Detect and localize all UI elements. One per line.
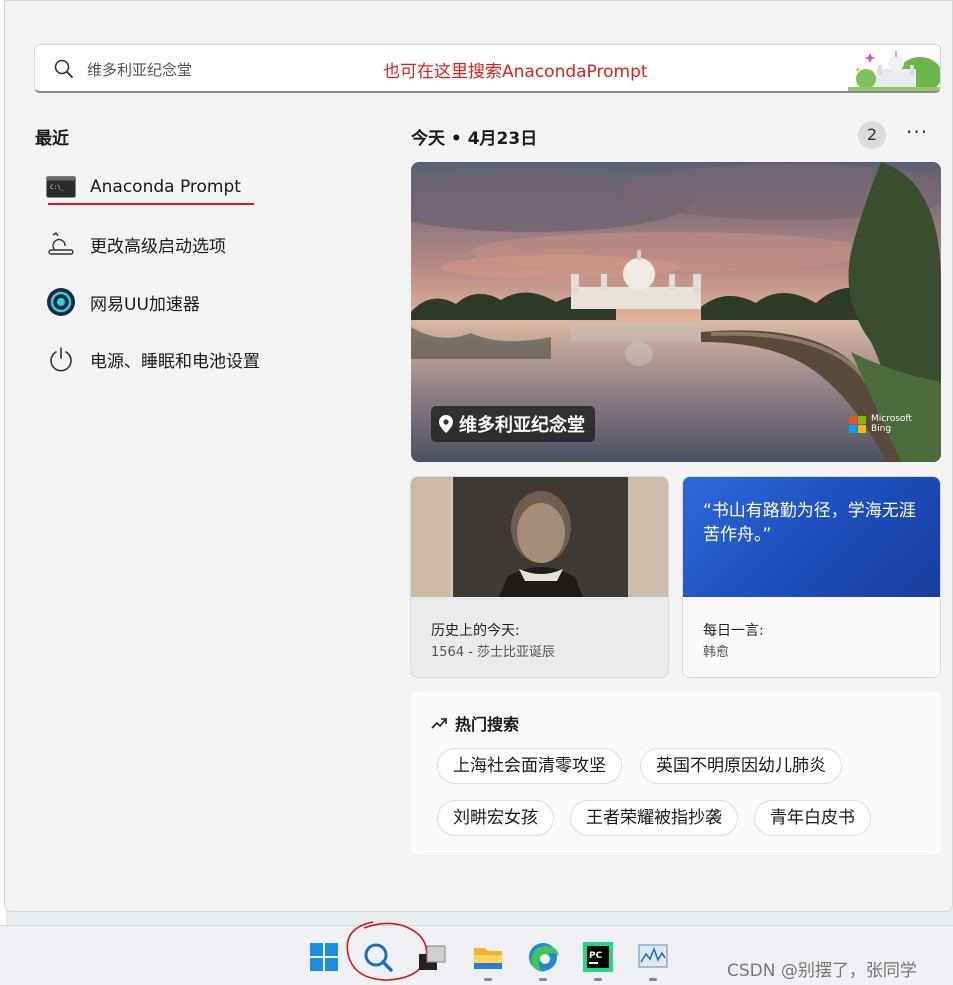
resource-monitor-icon[interactable] <box>636 940 670 974</box>
recent-item-label: 电源、睡眠和电池设置 <box>90 351 260 372</box>
search-input[interactable]: 维多利亚纪念堂 <box>87 59 192 80</box>
pycharm-icon[interactable]: PC <box>581 940 615 974</box>
shakespeare-portrait <box>411 477 668 597</box>
edge-icon[interactable] <box>526 940 560 974</box>
running-indicator <box>539 978 547 981</box>
trending-heading: 热门搜索 <box>431 711 519 735</box>
location-caption[interactable]: 维多利亚纪念堂 <box>431 406 595 442</box>
trending-chip[interactable]: 上海社会面清零攻坚 <box>437 748 622 784</box>
terminal-icon: C:\_ <box>46 172 76 202</box>
recent-item-uu-accelerator[interactable]: 网易UU加速器 <box>46 282 366 322</box>
file-explorer-icon[interactable] <box>471 940 505 974</box>
brand-line-1: Microsoft <box>871 414 912 424</box>
recent-item-label: Anaconda Prompt <box>90 177 241 197</box>
search-bar[interactable]: 维多利亚纪念堂 也可在这里搜索AnacondaPrompt <box>34 44 941 93</box>
microsoft-logo-icon <box>849 415 866 433</box>
brand-line-2: Bing <box>871 424 892 434</box>
quote-text: “书山有路勤为径，学海无涯苦作舟。” <box>703 501 916 545</box>
monument-illustration-icon <box>848 45 940 91</box>
hero-image-card[interactable]: 维多利亚纪念堂 Microsoft Bing <box>411 162 941 462</box>
recent-item-label: 网易UU加速器 <box>90 294 200 315</box>
microsoft-bing-logo: Microsoft Bing <box>849 414 912 434</box>
location-caption-text: 维多利亚纪念堂 <box>459 415 585 436</box>
trending-chip[interactable]: 王者荣耀被指抄袭 <box>570 800 738 836</box>
svg-text:PC: PC <box>589 951 603 961</box>
recent-heading: 最近 <box>35 129 69 149</box>
svg-text:C:\_: C:\_ <box>50 184 65 191</box>
trending-chip[interactable]: 刘畊宏女孩 <box>437 800 554 836</box>
more-options-button[interactable]: ··· <box>906 120 928 144</box>
quote-card-title: 每日一言: <box>703 623 764 639</box>
windows-start-icon[interactable] <box>307 940 341 974</box>
task-view-icon[interactable] <box>415 940 449 974</box>
recent-item-advanced-startup[interactable]: 更改高级启动选项 <box>46 224 366 264</box>
notification-count-badge[interactable]: 2 <box>858 121 886 149</box>
uu-accelerator-icon <box>46 287 76 317</box>
power-icon <box>46 344 76 374</box>
daily-quote-card[interactable]: “书山有路勤为径，学海无涯苦作舟。” 每日一言: 韩愈 <box>682 476 941 678</box>
running-indicator <box>484 978 492 981</box>
history-card-subtitle: 1564 - 莎士比亚诞辰 <box>431 645 556 660</box>
recent-item-anaconda-prompt[interactable]: C:\_ Anaconda Prompt <box>46 167 366 207</box>
history-today-card[interactable]: 历史上的今天: 1564 - 莎士比亚诞辰 <box>410 476 669 678</box>
annotation-underline <box>48 203 254 205</box>
search-annotation: 也可在这里搜索AnacondaPrompt <box>383 62 648 82</box>
running-indicator <box>594 978 602 981</box>
recent-item-power-settings[interactable]: 电源、睡眠和电池设置 <box>46 339 366 379</box>
watermark: CSDN @别摆了，张同学 <box>727 961 917 981</box>
trending-searches-panel: 热门搜索 上海社会面清零攻坚 英国不明原因幼儿肺炎 刘畊宏女孩 王者荣耀被指抄袭… <box>411 692 941 855</box>
search-icon <box>54 59 73 78</box>
running-indicator <box>649 978 657 981</box>
advanced-startup-icon <box>46 229 76 259</box>
today-heading: 今天 • 4月23日 <box>411 129 538 149</box>
trending-chip[interactable]: 英国不明原因幼儿肺炎 <box>640 748 842 784</box>
trending-chip[interactable]: 青年白皮书 <box>754 800 871 836</box>
location-pin-icon <box>439 415 453 433</box>
history-card-title: 历史上的今天: <box>431 623 520 639</box>
quote-card-author: 韩愈 <box>703 645 730 660</box>
recent-item-label: 更改高级启动选项 <box>90 236 226 257</box>
trending-arrow-icon <box>431 718 447 729</box>
taskbar: PC CSDN @别摆了，张同学 <box>0 921 953 985</box>
trending-heading-text: 热门搜索 <box>455 715 520 734</box>
